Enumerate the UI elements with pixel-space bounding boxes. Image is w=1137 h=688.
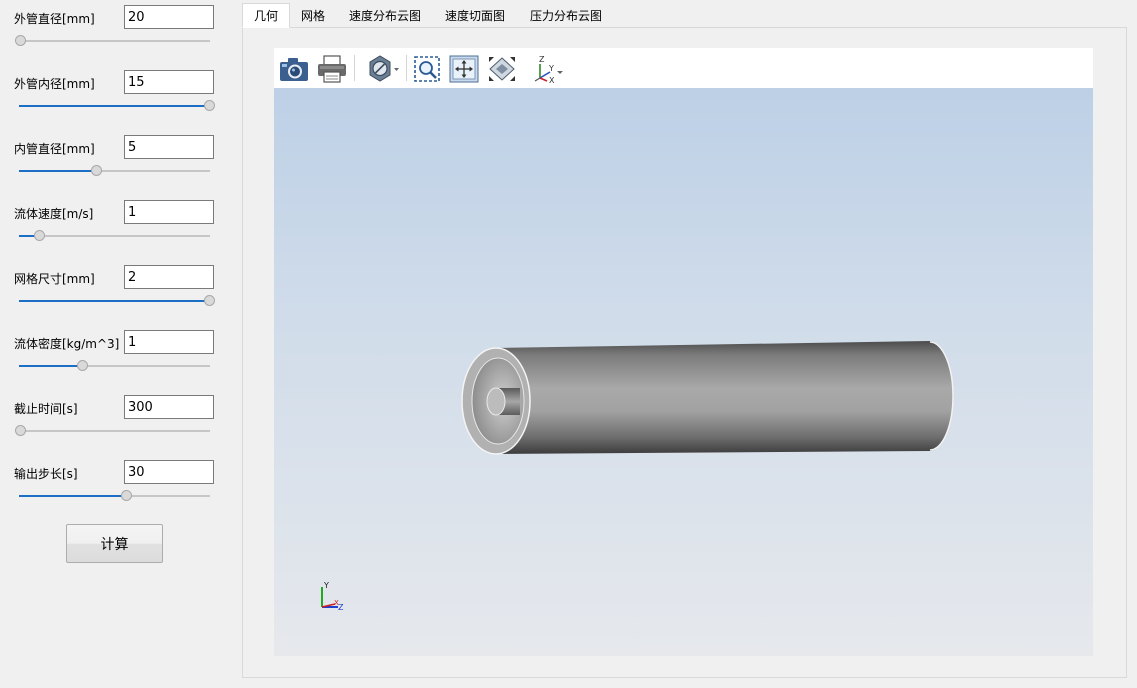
outer-tube-inner-diameter-input[interactable] xyxy=(124,70,214,94)
fluid-density-slider[interactable] xyxy=(19,360,210,371)
param-outer-tube-inner-diameter: 外管内径[mm] xyxy=(0,70,230,130)
slider-thumb[interactable] xyxy=(204,100,215,111)
slider-thumb[interactable] xyxy=(77,360,88,371)
slider-fill xyxy=(19,495,126,497)
display-mode-icon[interactable] xyxy=(364,54,402,84)
orientation-triad: Y X Z xyxy=(321,581,344,612)
inner-tube-diameter-slider[interactable] xyxy=(19,165,210,176)
concentric-tube-model: Y X Z xyxy=(321,341,954,612)
param-label: 外管直径[mm] xyxy=(14,12,95,26)
slider-thumb[interactable] xyxy=(15,35,26,46)
param-label: 外管内径[mm] xyxy=(14,77,95,91)
param-label: 输出步长[s] xyxy=(14,467,78,481)
axes-icon-z: Z xyxy=(539,55,545,64)
slider-thumb[interactable] xyxy=(91,165,102,176)
fit-all-icon[interactable] xyxy=(448,54,480,84)
view-direction-icon[interactable] xyxy=(486,54,518,84)
tab-mesh[interactable]: 网格 xyxy=(290,4,336,28)
slider-fill xyxy=(19,300,209,302)
slider-thumb[interactable] xyxy=(121,490,132,501)
tab-velocity-section[interactable]: 速度切面图 xyxy=(434,4,516,28)
output-step-input[interactable] xyxy=(124,460,214,484)
fluid-velocity-input[interactable] xyxy=(124,200,214,224)
param-inner-tube-diameter: 内管直径[mm] xyxy=(0,135,230,195)
output-step-slider[interactable] xyxy=(19,490,210,501)
param-label: 网格尺寸[mm] xyxy=(14,272,95,286)
camera-icon[interactable] xyxy=(278,54,310,84)
end-time-input[interactable] xyxy=(124,395,214,419)
calculate-button[interactable]: 计算 xyxy=(66,524,163,563)
param-label: 流体速度[m/s] xyxy=(14,207,94,221)
param-end-time: 截止时间[s] xyxy=(0,395,230,455)
tab-velocity-contour[interactable]: 速度分布云图 xyxy=(338,4,432,28)
param-mesh-size: 网格尺寸[mm] xyxy=(0,265,230,325)
mesh-size-slider[interactable] xyxy=(19,295,215,306)
param-label: 截止时间[s] xyxy=(14,402,78,416)
param-label: 流体密度[kg/m^3] xyxy=(14,337,120,351)
outer-tube-inner-diameter-slider[interactable] xyxy=(19,100,215,111)
slider-fill xyxy=(19,170,96,172)
outer-tube-diameter-slider[interactable] xyxy=(15,35,210,46)
tab-bar: 几何 网格 速度分布云图 速度切面图 压力分布云图 xyxy=(242,3,1127,28)
toolbar-separator xyxy=(354,55,355,81)
triad-z-label: Z xyxy=(338,603,344,612)
slider-thumb[interactable] xyxy=(34,230,45,241)
inner-tube-diameter-input[interactable] xyxy=(124,135,214,159)
slider-fill xyxy=(19,105,209,107)
mesh-size-input[interactable] xyxy=(124,265,214,289)
param-output-step: 输出步长[s] xyxy=(0,460,230,520)
triad-y-label: Y xyxy=(323,581,329,590)
zoom-box-icon[interactable] xyxy=(412,54,442,84)
print-icon[interactable] xyxy=(316,54,348,84)
param-label: 内管直径[mm] xyxy=(14,142,95,156)
outer-tube-diameter-input[interactable] xyxy=(124,5,214,29)
axes-icon-y: Y xyxy=(548,64,554,73)
param-fluid-velocity: 流体速度[m/s] xyxy=(0,200,230,260)
inner-tube-end-face xyxy=(486,387,506,416)
axes-icon[interactable]: Z Y X xyxy=(530,54,566,85)
param-outer-tube-diameter: 外管直径[mm] xyxy=(0,5,230,65)
viewer-toolbar: Z Y X xyxy=(274,48,1093,88)
axes-icon-x: X xyxy=(549,76,555,84)
end-time-slider[interactable] xyxy=(15,425,210,436)
slider-thumb[interactable] xyxy=(15,425,26,436)
slider-thumb[interactable] xyxy=(204,295,215,306)
3d-viewport[interactable]: Y X Z xyxy=(274,88,1093,656)
tab-geometry[interactable]: 几何 xyxy=(242,3,291,28)
outer-tube-body xyxy=(496,341,953,454)
toolbar-separator xyxy=(406,55,407,81)
fluid-density-input[interactable] xyxy=(124,330,214,354)
slider-fill xyxy=(19,365,82,367)
3d-viewer: Z Y X Y X Z xyxy=(274,48,1093,656)
param-fluid-density: 流体密度[kg/m^3] xyxy=(0,330,230,390)
tab-pressure-contour[interactable]: 压力分布云图 xyxy=(519,4,613,28)
fluid-velocity-slider[interactable] xyxy=(19,230,210,241)
